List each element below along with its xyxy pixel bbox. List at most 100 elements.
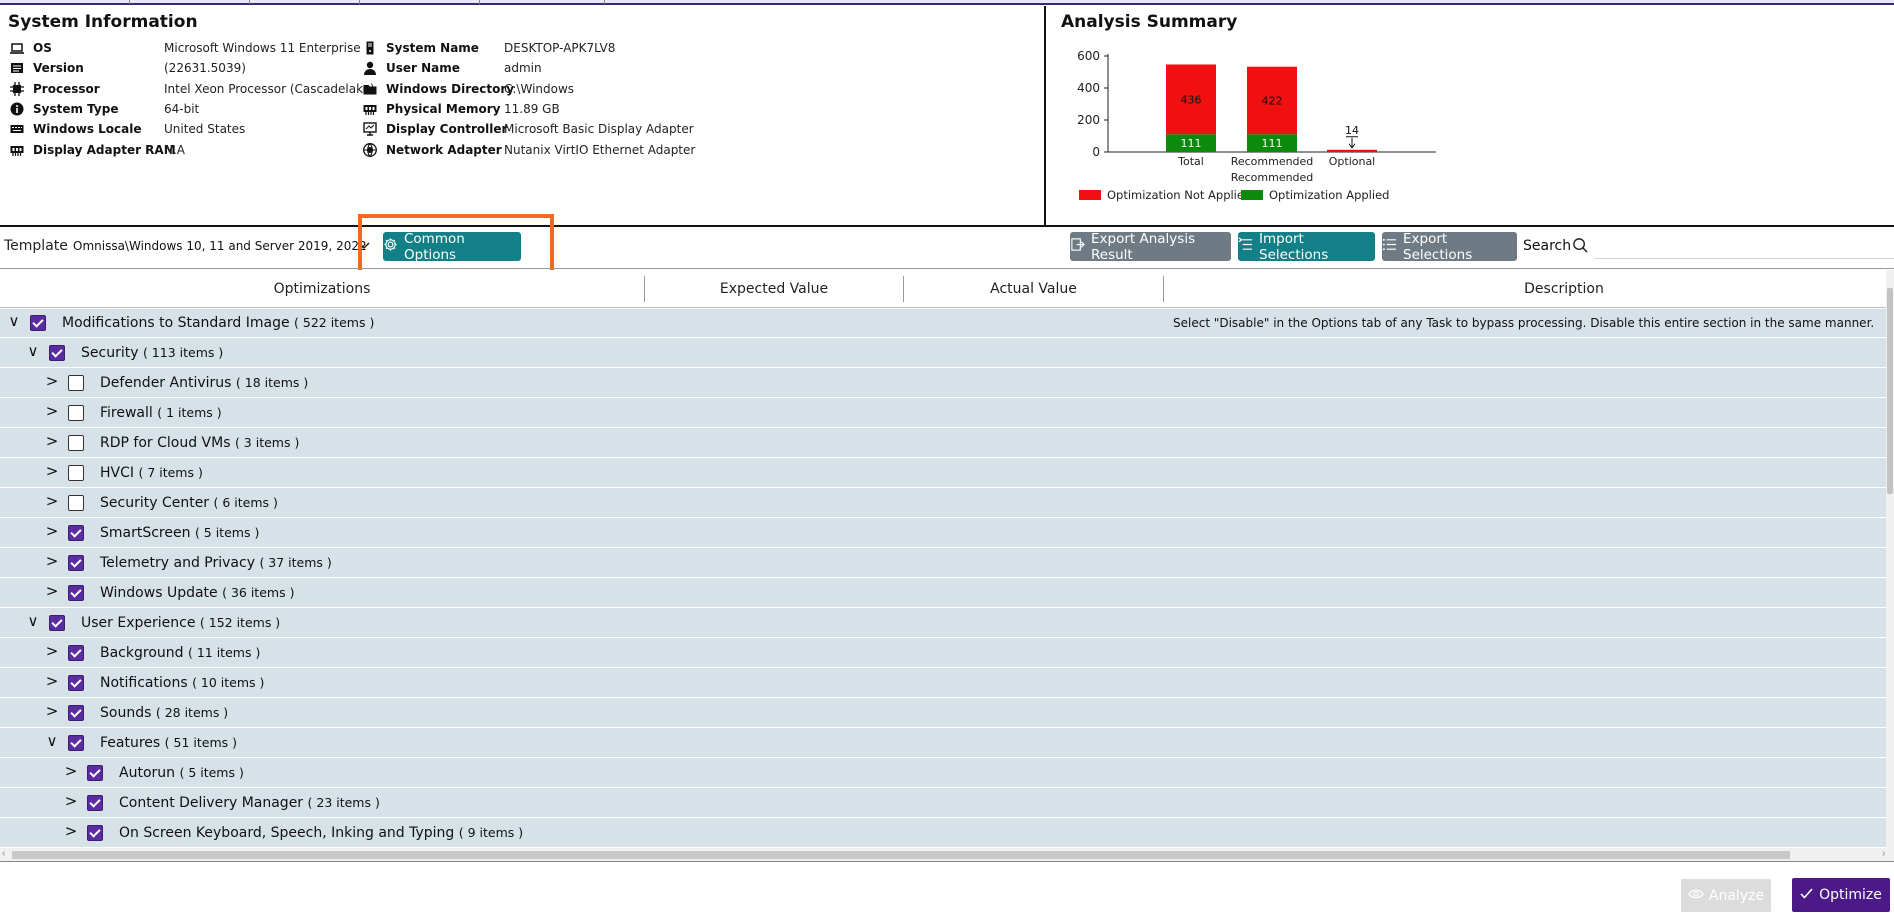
expand-chevron-icon[interactable]: > [45,552,59,570]
export-analysis-result-button[interactable]: Export Analysis Result [1070,231,1231,263]
row-count: ( 51 items ) [164,735,237,750]
row-checkbox[interactable] [68,375,84,391]
row-checkbox[interactable] [30,315,46,331]
tree-row[interactable]: > On Screen Keyboard, Speech, Inking and … [0,818,1886,847]
tree-row[interactable]: ∨ Modifications to Standard Image ( 522 i… [0,309,1886,338]
row-checkbox[interactable] [68,735,84,751]
analyze-button[interactable]: Analyze [1681,879,1771,912]
column-header-actual-value[interactable]: Actual Value [904,270,1163,308]
search-icon[interactable] [1572,237,1589,259]
expand-chevron-icon[interactable]: > [45,582,59,600]
scroll-right-icon[interactable]: › [1882,848,1885,859]
keyboard-icon [10,122,24,136]
collapse-chevron-icon[interactable]: ∨ [26,342,40,360]
scroll-left-icon[interactable]: ‹ [2,848,5,859]
tree-row[interactable]: ∨ Security ( 113 items ) [0,338,1886,368]
tree-row[interactable]: > Notifications ( 10 items ) [0,668,1886,698]
expand-chevron-icon[interactable]: > [45,522,59,540]
row-checkbox[interactable] [68,495,84,511]
column-header-description[interactable]: Description [1164,270,1894,308]
info-label: User Name [386,61,460,76]
row-checkbox[interactable] [68,465,84,481]
row-checkbox[interactable] [68,555,84,571]
tree-row[interactable]: ∨ Features ( 51 items ) [0,728,1886,758]
row-checkbox[interactable] [87,765,103,781]
vertical-scroll-thumb[interactable] [1887,288,1893,494]
row-label: Security ( 113 items ) [81,345,223,361]
row-label: Security Center ( 6 items ) [100,495,278,511]
search-input[interactable] [1595,233,1894,259]
vertical-scrollbar[interactable] [1886,270,1894,848]
row-label: SmartScreen ( 5 items ) [100,525,259,541]
y-tick-label: 600 [1077,49,1100,63]
horizontal-scrollbar[interactable]: ‹ › [0,848,1894,862]
legend-swatch-applied [1241,190,1263,200]
y-tick-label: 200 [1077,113,1100,127]
tree-row[interactable]: > Background ( 11 items ) [0,638,1886,668]
row-checkbox[interactable] [87,795,103,811]
template-select[interactable]: Omnissa\Windows 10, 11 and Server 2019, … [67,235,374,259]
tree-row[interactable]: > RDP for Cloud VMs ( 3 items ) [0,428,1886,458]
row-checkbox[interactable] [68,435,84,451]
info-icon [10,102,24,116]
tree-row[interactable]: > HVCI ( 7 items ) [0,458,1886,488]
import-selections-button[interactable]: Import Selections [1238,231,1375,263]
row-checkbox[interactable] [68,675,84,691]
row-checkbox[interactable] [49,345,65,361]
expand-chevron-icon[interactable]: > [45,672,59,690]
toolbar: Template Omnissa\Windows 10, 11 and Serv… [0,227,1894,269]
row-label: Content Delivery Manager ( 23 items ) [119,795,380,811]
export-selections-button[interactable]: Export Selections [1382,231,1517,263]
row-checkbox[interactable] [68,525,84,541]
expand-chevron-icon[interactable]: > [45,372,59,390]
info-row-display-controller: Display Controller [363,119,507,139]
row-checkbox[interactable] [68,705,84,721]
row-label: User Experience ( 152 items ) [81,615,280,631]
row-checkbox[interactable] [68,405,84,421]
expand-chevron-icon[interactable]: > [45,432,59,450]
info-row-physical-memory: Physical Memory [363,99,501,119]
collapse-chevron-icon[interactable]: ∨ [45,732,59,750]
tree-row[interactable]: > Content Delivery Manager ( 23 items ) [0,788,1886,818]
expand-chevron-icon[interactable]: > [64,762,78,780]
folder-icon [363,82,377,96]
tree-row[interactable]: > Telemetry and Privacy ( 37 items ) [0,548,1886,578]
info-value: United States [164,122,246,137]
tree-row[interactable]: ∨ User Experience ( 152 items ) [0,608,1886,638]
row-checkbox[interactable] [49,615,65,631]
row-checkbox[interactable] [68,585,84,601]
row-checkbox[interactable] [87,825,103,841]
row-count: ( 5 items ) [194,525,260,540]
expand-chevron-icon[interactable]: > [45,402,59,420]
info-row-system-name: System Name [363,38,479,58]
tree-row[interactable]: > Defender Antivirus ( 18 items ) [0,368,1886,398]
horizontal-scroll-thumb[interactable] [12,851,1790,859]
expand-chevron-icon[interactable]: > [45,702,59,720]
info-value: admin [504,61,542,76]
tree-row[interactable]: > Autorun ( 5 items ) [0,758,1886,788]
row-count: ( 28 items ) [155,705,229,720]
tree-row[interactable]: > Security Center ( 6 items ) [0,488,1886,518]
optimize-button[interactable]: Optimize [1792,878,1890,912]
tree-row[interactable]: > Windows Update ( 36 items ) [0,578,1886,608]
analysis-summary-panel: Analysis Summary 0 200 400 600 111 436 Total 11… [1048,6,1894,226]
row-count: ( 18 items ) [235,375,309,390]
expand-chevron-icon[interactable]: > [64,792,78,810]
tree-row[interactable]: > Sounds ( 28 items ) [0,698,1886,728]
row-name: Background [100,645,184,661]
collapse-chevron-icon[interactable]: ∨ [26,612,40,630]
row-name: User Experience [81,615,196,631]
expand-chevron-icon[interactable]: > [64,822,78,840]
tree-row[interactable]: > Firewall ( 1 items ) [0,398,1886,428]
row-checkbox[interactable] [68,645,84,661]
collapse-chevron-icon[interactable]: ∨ [7,312,21,330]
legend-label-applied: Optimization Applied [1269,188,1389,202]
expand-chevron-icon[interactable]: > [45,492,59,510]
expand-chevron-icon[interactable]: > [45,462,59,480]
column-header-optimizations[interactable]: Optimizations [0,270,644,308]
column-header-expected-value[interactable]: Expected Value [645,270,903,308]
search-label: Search [1523,238,1572,254]
tree-row[interactable]: > SmartScreen ( 5 items ) [0,518,1886,548]
row-count: ( 23 items ) [307,795,380,810]
expand-chevron-icon[interactable]: > [45,642,59,660]
